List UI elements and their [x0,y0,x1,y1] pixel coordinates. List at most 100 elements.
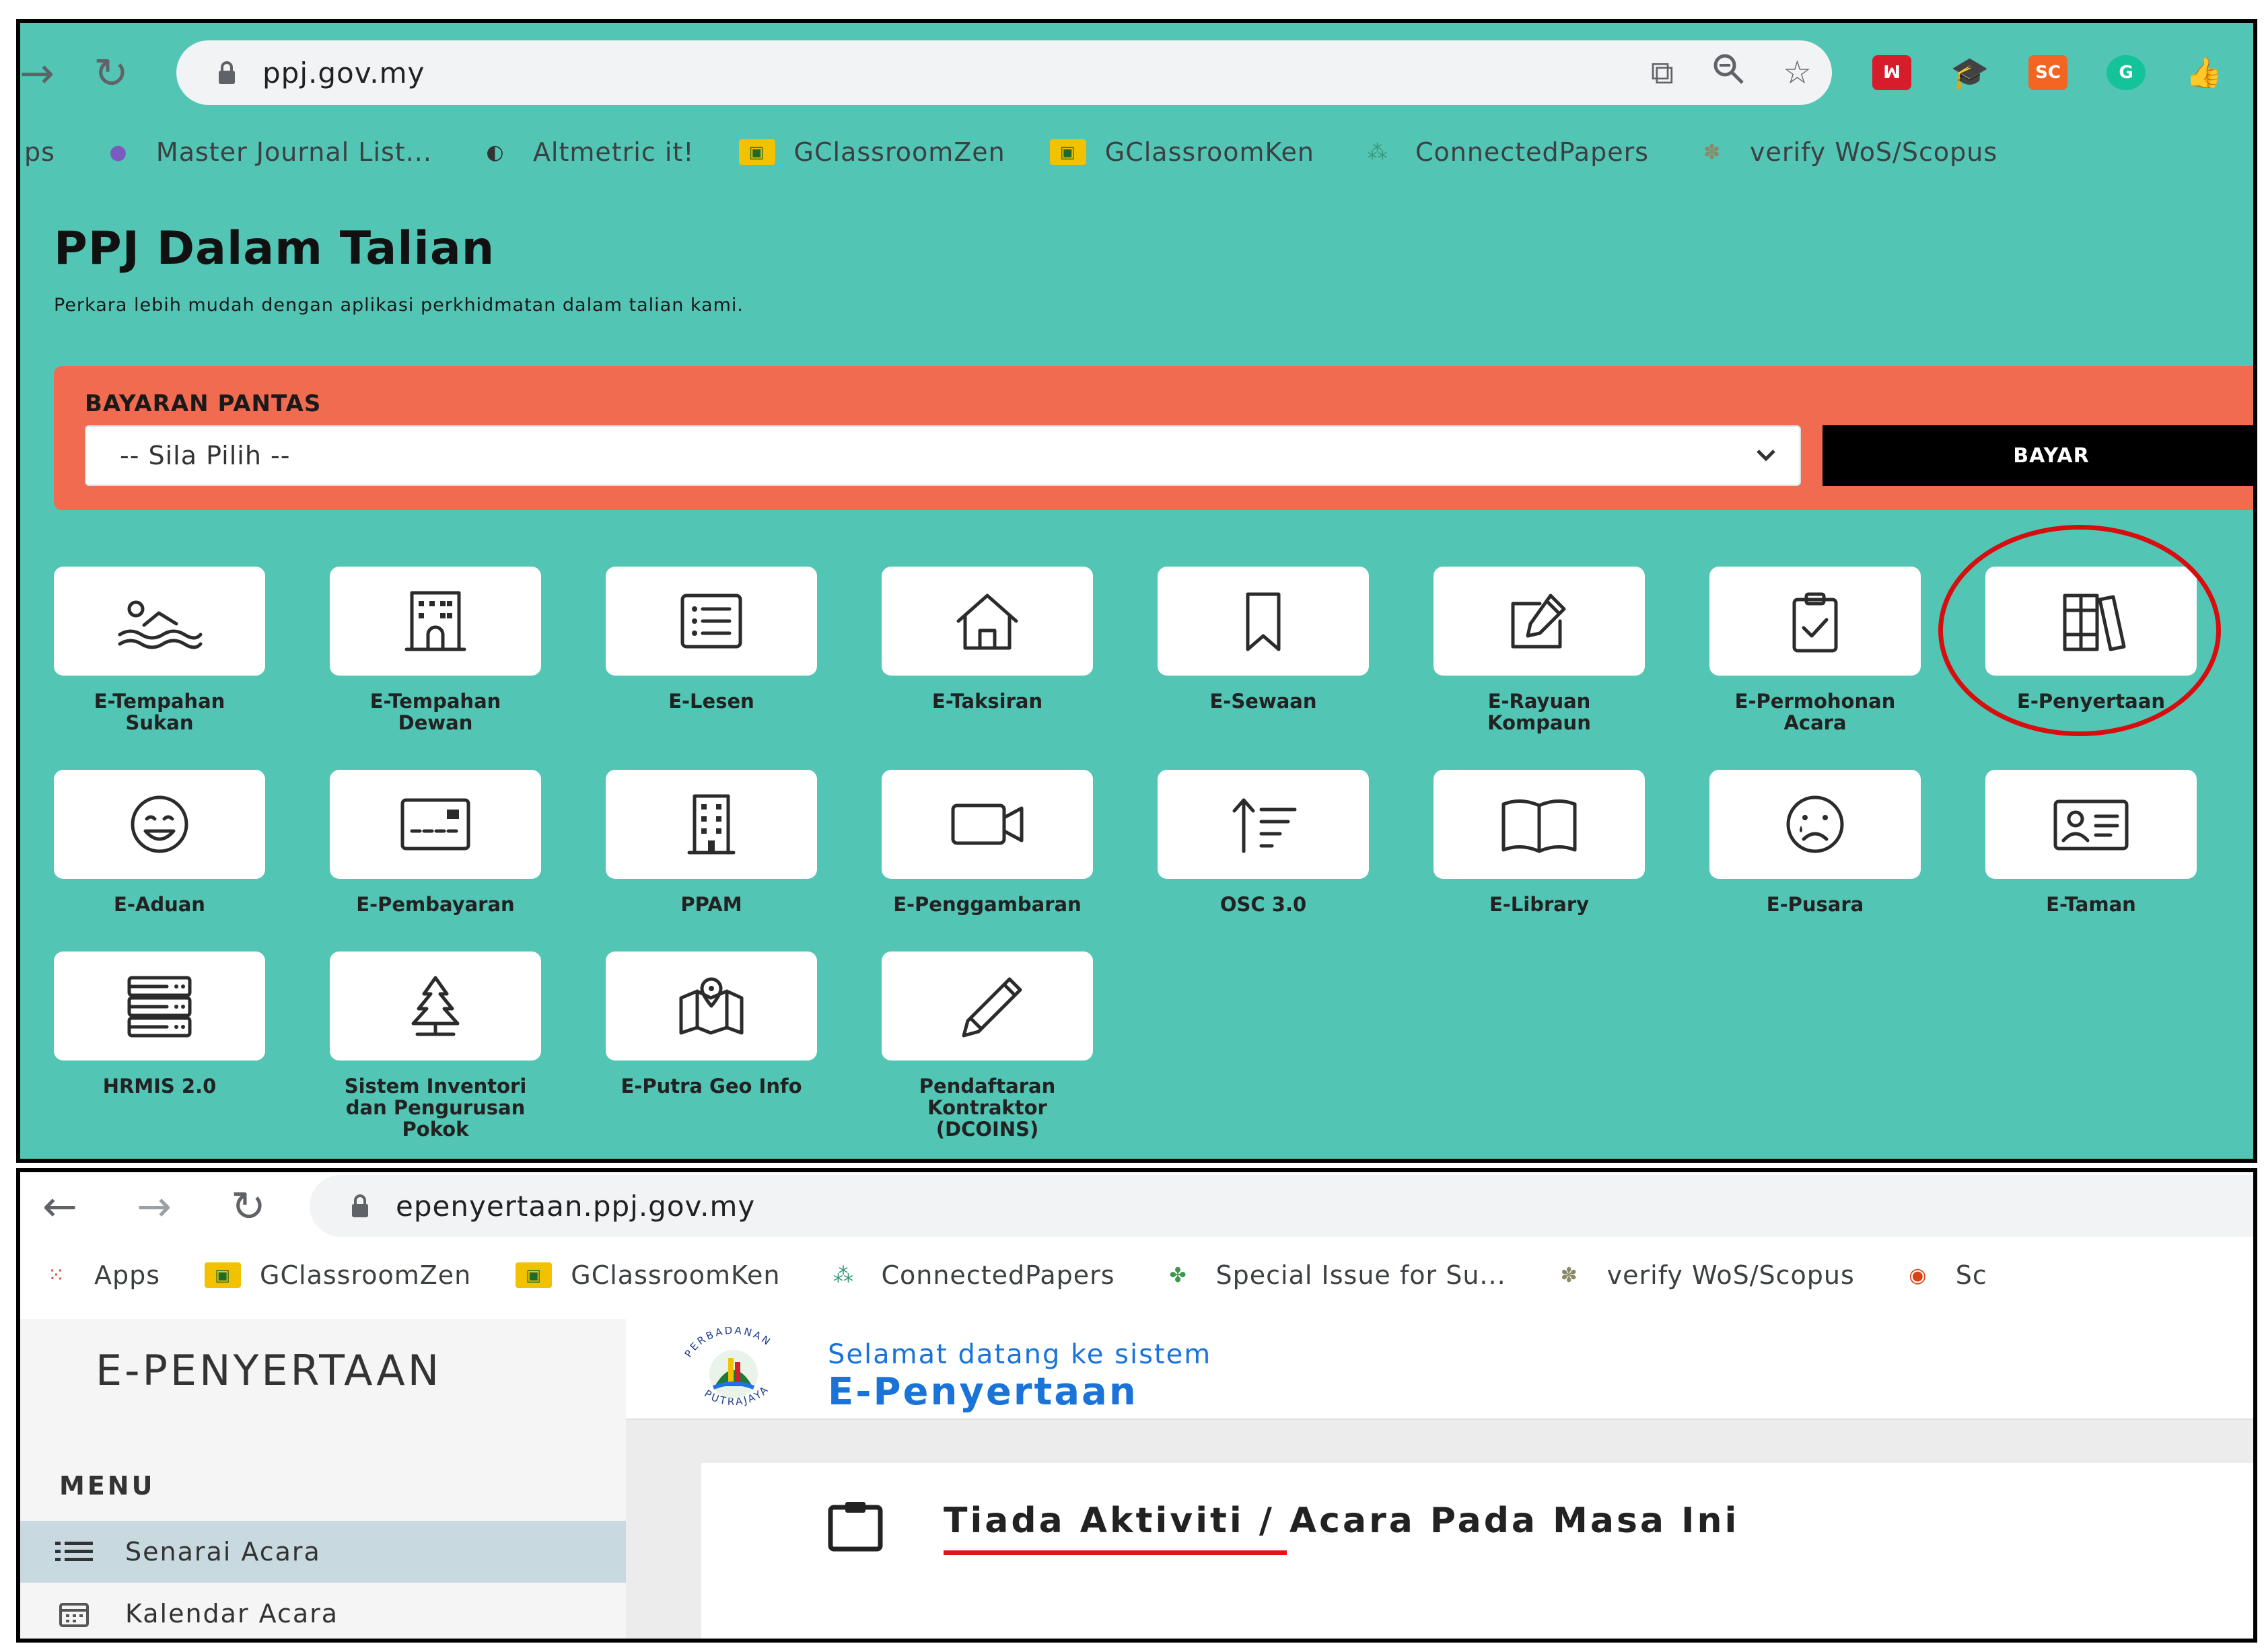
system-name: E-Penyertaan [828,1370,1138,1414]
service-tile[interactable]: PPAM [606,770,817,915]
service-tile-button[interactable] [1434,567,1645,676]
service-tile-button[interactable] [330,770,541,879]
reload-icon[interactable]: ↻ [218,1182,279,1231]
service-tile-button[interactable] [330,567,541,676]
server-icon [127,976,192,1038]
service-tile[interactable]: E-Putra Geo Info [606,951,817,1097]
service-tile-button[interactable] [606,567,817,676]
service-tile-button[interactable] [1709,770,1921,879]
service-tile-button[interactable] [1985,770,2197,879]
bookmark-label: GClassroomZen [260,1260,472,1290]
zoom-icon[interactable] [1711,52,1745,94]
service-tile-button[interactable] [330,951,541,1061]
google-classroom-icon: ▣ [516,1262,553,1288]
clipboard-icon [828,1502,883,1552]
service-tile-button[interactable] [882,567,1093,676]
service-tile-button[interactable] [54,567,265,676]
bookmark-item[interactable]: ◉ Sc [1899,1260,1987,1290]
sidebar-item-label: Senarai Acara [125,1537,321,1567]
card-icon [400,798,470,851]
service-select[interactable]: -- Sila Pilih -- [85,425,1801,486]
graduation-cap-icon[interactable]: 🎓 [1950,55,1989,91]
service-tile-label: E-Penggambaran [893,893,1082,916]
address-bar[interactable]: epenyertaan.ppj.gov.my [310,1175,2253,1237]
bookmark-item[interactable]: ● Master Journal List... [100,137,432,167]
house-icon [956,594,1018,650]
bookmark-item[interactable]: ✽ verify WoS/Scopus [1693,137,1997,167]
bookmark-item[interactable]: ◐ Altmetric it! [476,137,695,167]
translate-icon[interactable]: ⧉ [1651,54,1674,92]
service-tile-button[interactable] [882,951,1093,1061]
quick-pay-box: BAYARAN PANTAS -- Sila Pilih -- BAYAR [54,366,2253,510]
service-tile[interactable]: E-Aduan [54,770,265,915]
service-tile-button[interactable] [882,770,1093,879]
star-icon[interactable]: ☆ [1783,54,1812,92]
service-tile[interactable]: E-Tempahan Dewan [330,567,541,733]
welcome-text: Selamat datang ke sistem [828,1339,1212,1370]
grammarly-icon[interactable]: G [2107,55,2146,90]
list-icon [54,1542,94,1562]
sidebar-item-kalendar-acara[interactable]: Kalendar Acara [20,1583,626,1639]
service-tile[interactable]: E-Rayuan Kompaun [1434,567,1645,733]
connected-papers-icon: ⁂ [833,1263,854,1287]
bookmark-label: ps [24,137,55,167]
chevron-down-icon [1753,441,1779,474]
forward-icon[interactable]: → [20,48,55,98]
sidebar-item-senarai-acara[interactable]: Senarai Acara [20,1521,626,1583]
pay-button[interactable]: BAYAR [1823,425,2253,486]
reload-icon[interactable]: ↻ [81,48,141,98]
highlight-underline [944,1550,1287,1555]
bookmark-icon [1246,592,1281,651]
service-tile-label: E-Library [1489,893,1590,916]
mendeley-icon[interactable]: ꟽ [1872,55,1911,90]
service-tile-button[interactable] [54,951,265,1061]
service-tile-button[interactable] [54,770,265,879]
service-tile[interactable]: E-Permohonan Acara [1709,567,1921,733]
service-tile[interactable]: E-Pembayaran [330,770,541,915]
service-tile[interactable]: E-Sewaan [1158,567,1369,712]
service-tile[interactable]: E-Library [1434,770,1645,915]
bookmark-item[interactable]: ▣ GClassroomZen [205,1260,471,1290]
service-tile-label: E-Taman [2046,893,2136,916]
omnibox-actions: ⧉ ☆ [1651,40,1812,105]
service-tile[interactable]: E-Pusara [1709,770,1921,915]
service-tile-button[interactable] [1709,567,1921,676]
plant-icon: ✤ [1169,1263,1187,1287]
service-tile-label: Pendaftaran Kontraktor (DCOINS) [919,1075,1056,1141]
service-tile-button[interactable] [1158,567,1369,676]
service-tile[interactable]: OSC 3.0 [1158,770,1369,915]
service-tile[interactable]: E-Lesen [606,567,817,712]
bookmark-item[interactable]: ⁂ ConnectedPapers [1359,137,1649,167]
bookmark-item[interactable]: ▣ GClassroomKen [516,1260,780,1290]
bookmark-item[interactable]: ps [24,137,55,167]
service-tile-button[interactable] [1434,770,1645,879]
bookmark-label: Special Issue for Su... [1215,1260,1506,1290]
forward-icon[interactable]: → [124,1182,184,1231]
bookmark-item[interactable]: ✽ verify WoS/Scopus [1551,1260,1855,1290]
bookmark-item[interactable]: ✤ Special Issue for Su... [1160,1260,1506,1290]
service-tile-button[interactable] [606,770,817,879]
service-tile[interactable]: HRMIS 2.0 [54,951,265,1097]
service-tile[interactable]: E-Tempahan Sukan [54,567,265,733]
service-tile-button[interactable] [1158,770,1369,879]
service-tile-button[interactable] [606,951,817,1061]
service-tile[interactable]: E-Taman [1985,770,2197,915]
back-icon[interactable]: ← [30,1182,90,1231]
thumbs-up-icon[interactable]: 👍 [2185,55,2224,90]
lock-icon [203,60,250,85]
service-tile[interactable]: Pendaftaran Kontraktor (DCOINS) [882,951,1093,1140]
service-tile-label: E-Tempahan Dewan [369,690,501,734]
bookmark-item[interactable]: ⁂ ConnectedPapers [824,1260,1115,1290]
scite-icon[interactable]: SC [2028,55,2067,90]
address-bar[interactable]: ppj.gov.my ⧉ ☆ [176,40,1832,105]
list-icon [680,594,742,649]
lock-icon [337,1193,384,1219]
pine-tree-icon [411,976,460,1036]
sort-icon [1232,798,1297,853]
service-tile[interactable]: Sistem Inventori dan Pengurusan Pokok [330,951,541,1140]
service-tile[interactable]: E-Taksiran [882,567,1093,712]
service-tile[interactable]: E-Penggambaran [882,770,1093,915]
bookmark-item[interactable]: ▣ GClassroomKen [1049,137,1314,167]
bookmark-item[interactable]: ▣ GClassroomZen [738,137,1005,167]
bookmark-item[interactable]: ⁙ Apps [38,1260,160,1290]
